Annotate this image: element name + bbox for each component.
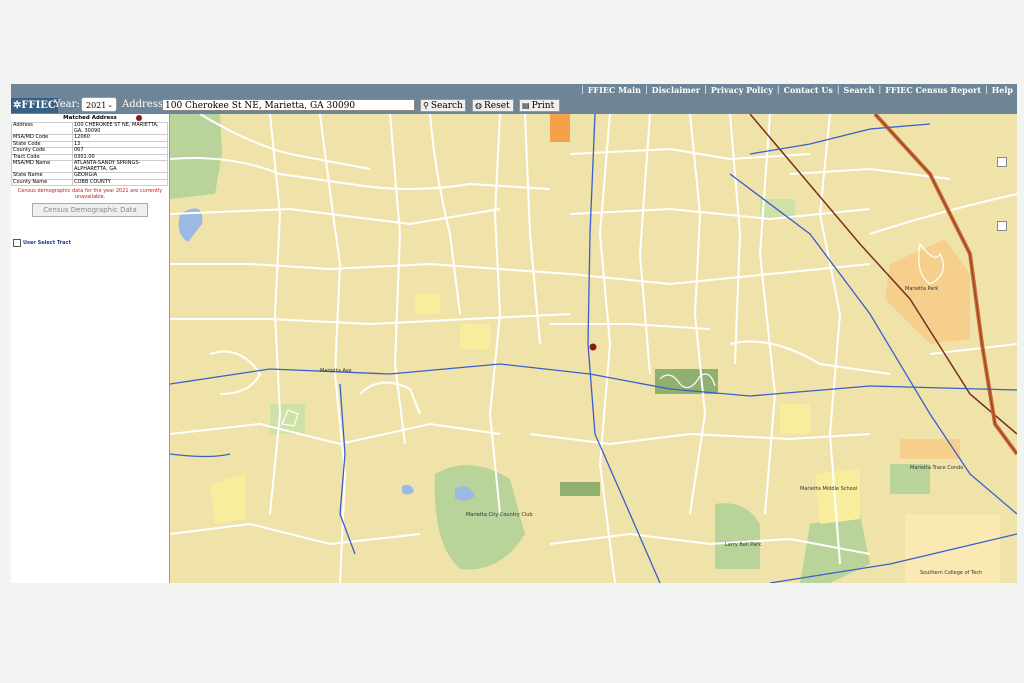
map-label: Marietta City Country Club (466, 512, 533, 518)
nav-separator: | (581, 85, 584, 94)
census-demographic-button[interactable]: Census Demographic Data (32, 203, 148, 217)
side-panel: Matched Address Address 100 CHEROKEE ST N… (11, 114, 170, 583)
nav-separator: | (776, 85, 780, 94)
row-key: Address (11, 122, 73, 135)
globe-icon: ◍ (475, 101, 482, 110)
address-label: Address: (122, 99, 167, 110)
nav-link-contact-us[interactable]: Contact Us (784, 85, 833, 95)
nav-link-search[interactable]: Search (844, 85, 875, 95)
nav-separator: | (704, 85, 707, 94)
print-button[interactable]: ▤ Print (519, 99, 560, 112)
map-label: Southern College of Tech (920, 570, 982, 576)
reset-button[interactable]: ◍ Reset (472, 99, 514, 112)
map-label: Marietta Park (905, 286, 938, 292)
matched-address-header: Matched Address (11, 114, 169, 122)
row-key: County Name (11, 178, 73, 186)
park-area (560, 482, 600, 496)
campus-area (900, 439, 960, 459)
top-nav-bar: | FFIEC Main | Disclaimer | Privacy Poli… (11, 84, 1017, 97)
block (780, 404, 810, 434)
chevron-down-icon: ⌄ (107, 101, 113, 109)
row-key: MSA/MD Name (11, 160, 73, 173)
table-row: Address 100 CHEROKEE ST NE, MARIETTA, GA,… (11, 122, 168, 135)
user-select-tract-checkbox[interactable] (13, 239, 21, 247)
data-unavailable-warning: Census demographic data for the year 202… (17, 188, 163, 200)
park-area (270, 404, 305, 434)
table-row: County Name COBB COUNTY (11, 178, 168, 186)
zoom-in-button[interactable] (997, 157, 1007, 167)
ffiec-logo: ✲FFIEC (11, 98, 58, 113)
reset-button-label: Reset (483, 101, 510, 111)
location-marker-icon[interactable] (589, 343, 597, 351)
location-marker-icon (136, 115, 142, 121)
map-label: Marietta Middle School (800, 486, 857, 492)
search-button-label: Search (430, 101, 463, 111)
tract-info-table: Address 100 CHEROKEE ST NE, MARIETTA, GA,… (11, 122, 168, 186)
map-label: Marietta Trace Condo (910, 465, 963, 471)
year-label: Year: (54, 99, 80, 110)
campus-area (550, 114, 570, 142)
nav-separator: | (644, 85, 648, 94)
nav-link-help[interactable]: Help (992, 85, 1013, 95)
nav-link-ffiec-main[interactable]: FFIEC Main (588, 85, 641, 95)
year-select[interactable]: 2021 ⌄ (81, 97, 117, 112)
toolbar: ✲FFIEC Year: 2021 ⌄ Address: 100 Cherokee… (11, 97, 1017, 114)
map-label: Larry Bell Park (725, 542, 761, 548)
block (415, 294, 440, 314)
zoom-out-button[interactable] (997, 221, 1007, 231)
app-window: | FFIEC Main | Disclaimer | Privacy Poli… (11, 84, 1017, 583)
block (815, 469, 860, 524)
print-button-label: Print (531, 101, 555, 111)
user-select-tract-row: User Select Tract (13, 239, 71, 247)
nav-link-disclaimer[interactable]: Disclaimer (652, 85, 700, 95)
row-value: COBB COUNTY (72, 178, 168, 186)
logo-text: FFIEC (21, 100, 56, 111)
park-area (170, 114, 222, 199)
nav-link-privacy-policy[interactable]: Privacy Policy (711, 85, 773, 95)
table-row: MSA/MD Name ATLANTA-SANDY SPRINGS-ALPHARE… (11, 160, 168, 173)
nav-separator: | (836, 85, 840, 94)
address-input[interactable]: 100 Cherokee St NE, Marietta, GA 30090 (162, 99, 415, 111)
year-value: 2021 (86, 101, 107, 110)
nav-separator: | (985, 85, 988, 94)
block (460, 324, 490, 349)
nav-link-census-report[interactable]: FFIEC Census Report (885, 85, 981, 95)
row-value: 100 CHEROKEE ST NE, MARIETTA, GA, 30090 (72, 122, 168, 135)
search-button[interactable]: ⚲ Search (420, 99, 466, 112)
printer-icon: ▤ (522, 101, 530, 110)
row-value: ATLANTA-SANDY SPRINGS-ALPHARETTA, GA (72, 160, 168, 173)
search-icon: ⚲ (423, 101, 429, 110)
map-label: Marietta Ave (320, 368, 352, 374)
nav-separator: | (878, 85, 882, 94)
map-canvas[interactable]: Marietta City Country Club Marietta Trac… (170, 114, 1017, 583)
matched-address-title: Matched Address (63, 115, 117, 121)
nav-links: | FFIEC Main | Disclaimer | Privacy Poli… (577, 85, 1013, 95)
user-select-tract-label[interactable]: User Select Tract (23, 240, 71, 246)
map-view[interactable]: Marietta City Country Club Marietta Trac… (170, 114, 1017, 583)
